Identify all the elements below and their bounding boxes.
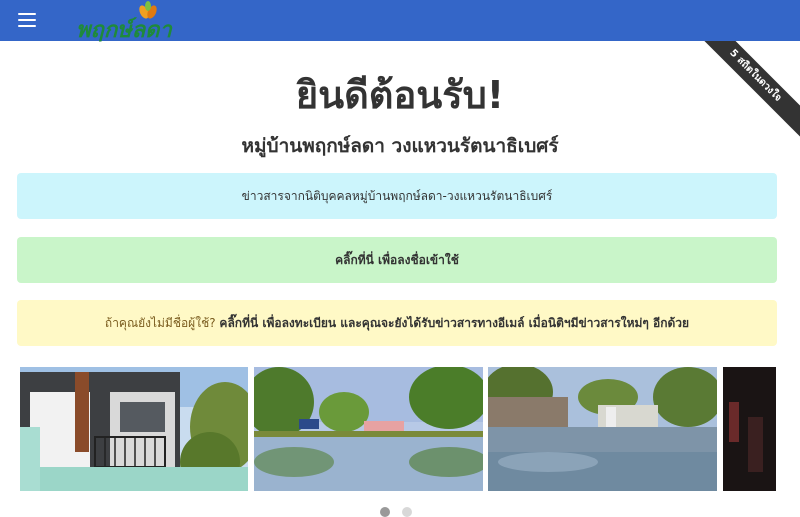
- register-link[interactable]: คลิ๊กที่นี่ เพื่อลงทะเบียน และคุณจะยังได…: [219, 316, 689, 330]
- top-navbar: พฤกษ์ลดา: [0, 0, 800, 43]
- login-alert-link[interactable]: คลิ๊กที่นี่ เพื่อลงชื่อเข้าใช้: [17, 237, 777, 283]
- register-prefix-text: ถ้าคุณยังไม่มีชื่อผู้ใช้?: [104, 316, 216, 330]
- dark-photo: [723, 367, 776, 491]
- news-alert-text: ข่าวสารจากนิติบุคคลหมู่บ้านพฤกษ์ลดา-วงแห…: [241, 189, 553, 203]
- page-title: ยินดีต้อนรับ!: [295, 73, 505, 117]
- carousel-slide-flooded-street[interactable]: [488, 367, 717, 491]
- login-alert-text: คลิ๊กที่นี่ เพื่อลงชื่อเข้าใช้: [335, 253, 459, 267]
- carousel-slide-flooded-park[interactable]: [254, 367, 483, 491]
- register-alert: ถ้าคุณยังไม่มีชื่อผู้ใช้? คลิ๊กที่นี่ เพ…: [17, 300, 777, 346]
- carousel-slide-house[interactable]: [20, 367, 248, 491]
- carousel-dot-2[interactable]: [402, 507, 412, 517]
- house-photo: [20, 367, 248, 491]
- carousel-slide-dark[interactable]: [723, 367, 776, 491]
- carousel-dot-1[interactable]: [380, 507, 390, 517]
- flooded-park-photo: [254, 367, 483, 491]
- page-subtitle: หมู่บ้านพฤกษ์ลดา วงแหวนรัตนาธิเบศร์: [241, 135, 559, 157]
- site-logo[interactable]: พฤกษ์ลดา: [76, 0, 206, 43]
- photo-carousel: [20, 367, 776, 491]
- hamburger-menu-icon[interactable]: [18, 13, 36, 27]
- news-alert[interactable]: ข่าวสารจากนิติบุคคลหมู่บ้านพฤกษ์ลดา-วงแห…: [17, 173, 777, 219]
- logo-text: พฤกษ์ลดา: [76, 17, 172, 43]
- flooded-street-photo: [488, 367, 717, 491]
